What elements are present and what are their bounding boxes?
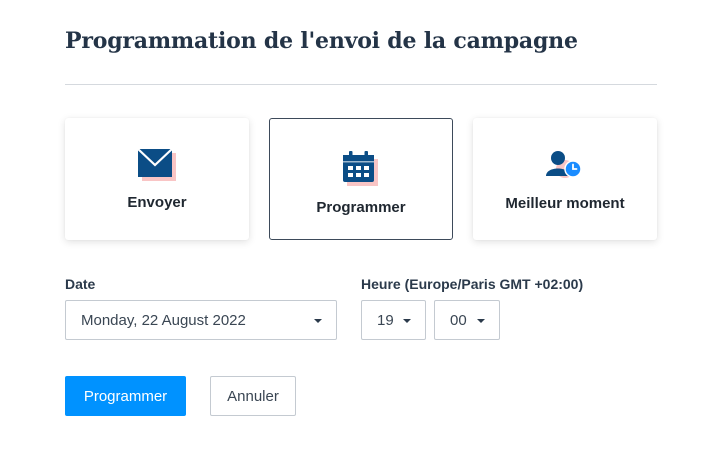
option-label-schedule: Programmer: [316, 199, 406, 216]
user-clock-icon: [546, 151, 582, 178]
cancel-button[interactable]: Annuler: [210, 376, 296, 416]
schedule-button[interactable]: Programmer: [65, 376, 186, 416]
option-card-schedule[interactable]: Programmer: [269, 118, 453, 240]
hour-value: 19: [377, 312, 394, 329]
date-value: Monday, 22 August 2022: [81, 312, 246, 329]
option-card-best-time[interactable]: Meilleur moment: [473, 118, 657, 240]
date-label: Date: [65, 276, 96, 292]
chevron-down-icon: [477, 319, 485, 323]
minute-value: 00: [450, 312, 467, 329]
title-divider: [65, 84, 657, 85]
envelope-icon: [137, 148, 176, 181]
minute-select[interactable]: 00: [434, 300, 500, 340]
option-label-send-now: Envoyer: [127, 194, 187, 211]
chevron-down-icon: [314, 319, 322, 323]
hour-select[interactable]: 19: [361, 300, 426, 340]
time-label: Heure (Europe/Paris GMT +02:00): [361, 276, 584, 292]
page-title: Programmation de l'envoi de la campagne: [65, 28, 578, 54]
chevron-down-icon: [403, 319, 411, 323]
date-select[interactable]: Monday, 22 August 2022: [65, 300, 337, 340]
calendar-icon: [343, 151, 378, 186]
option-label-best-time: Meilleur moment: [505, 195, 625, 212]
option-card-send-now[interactable]: Envoyer: [65, 118, 249, 240]
